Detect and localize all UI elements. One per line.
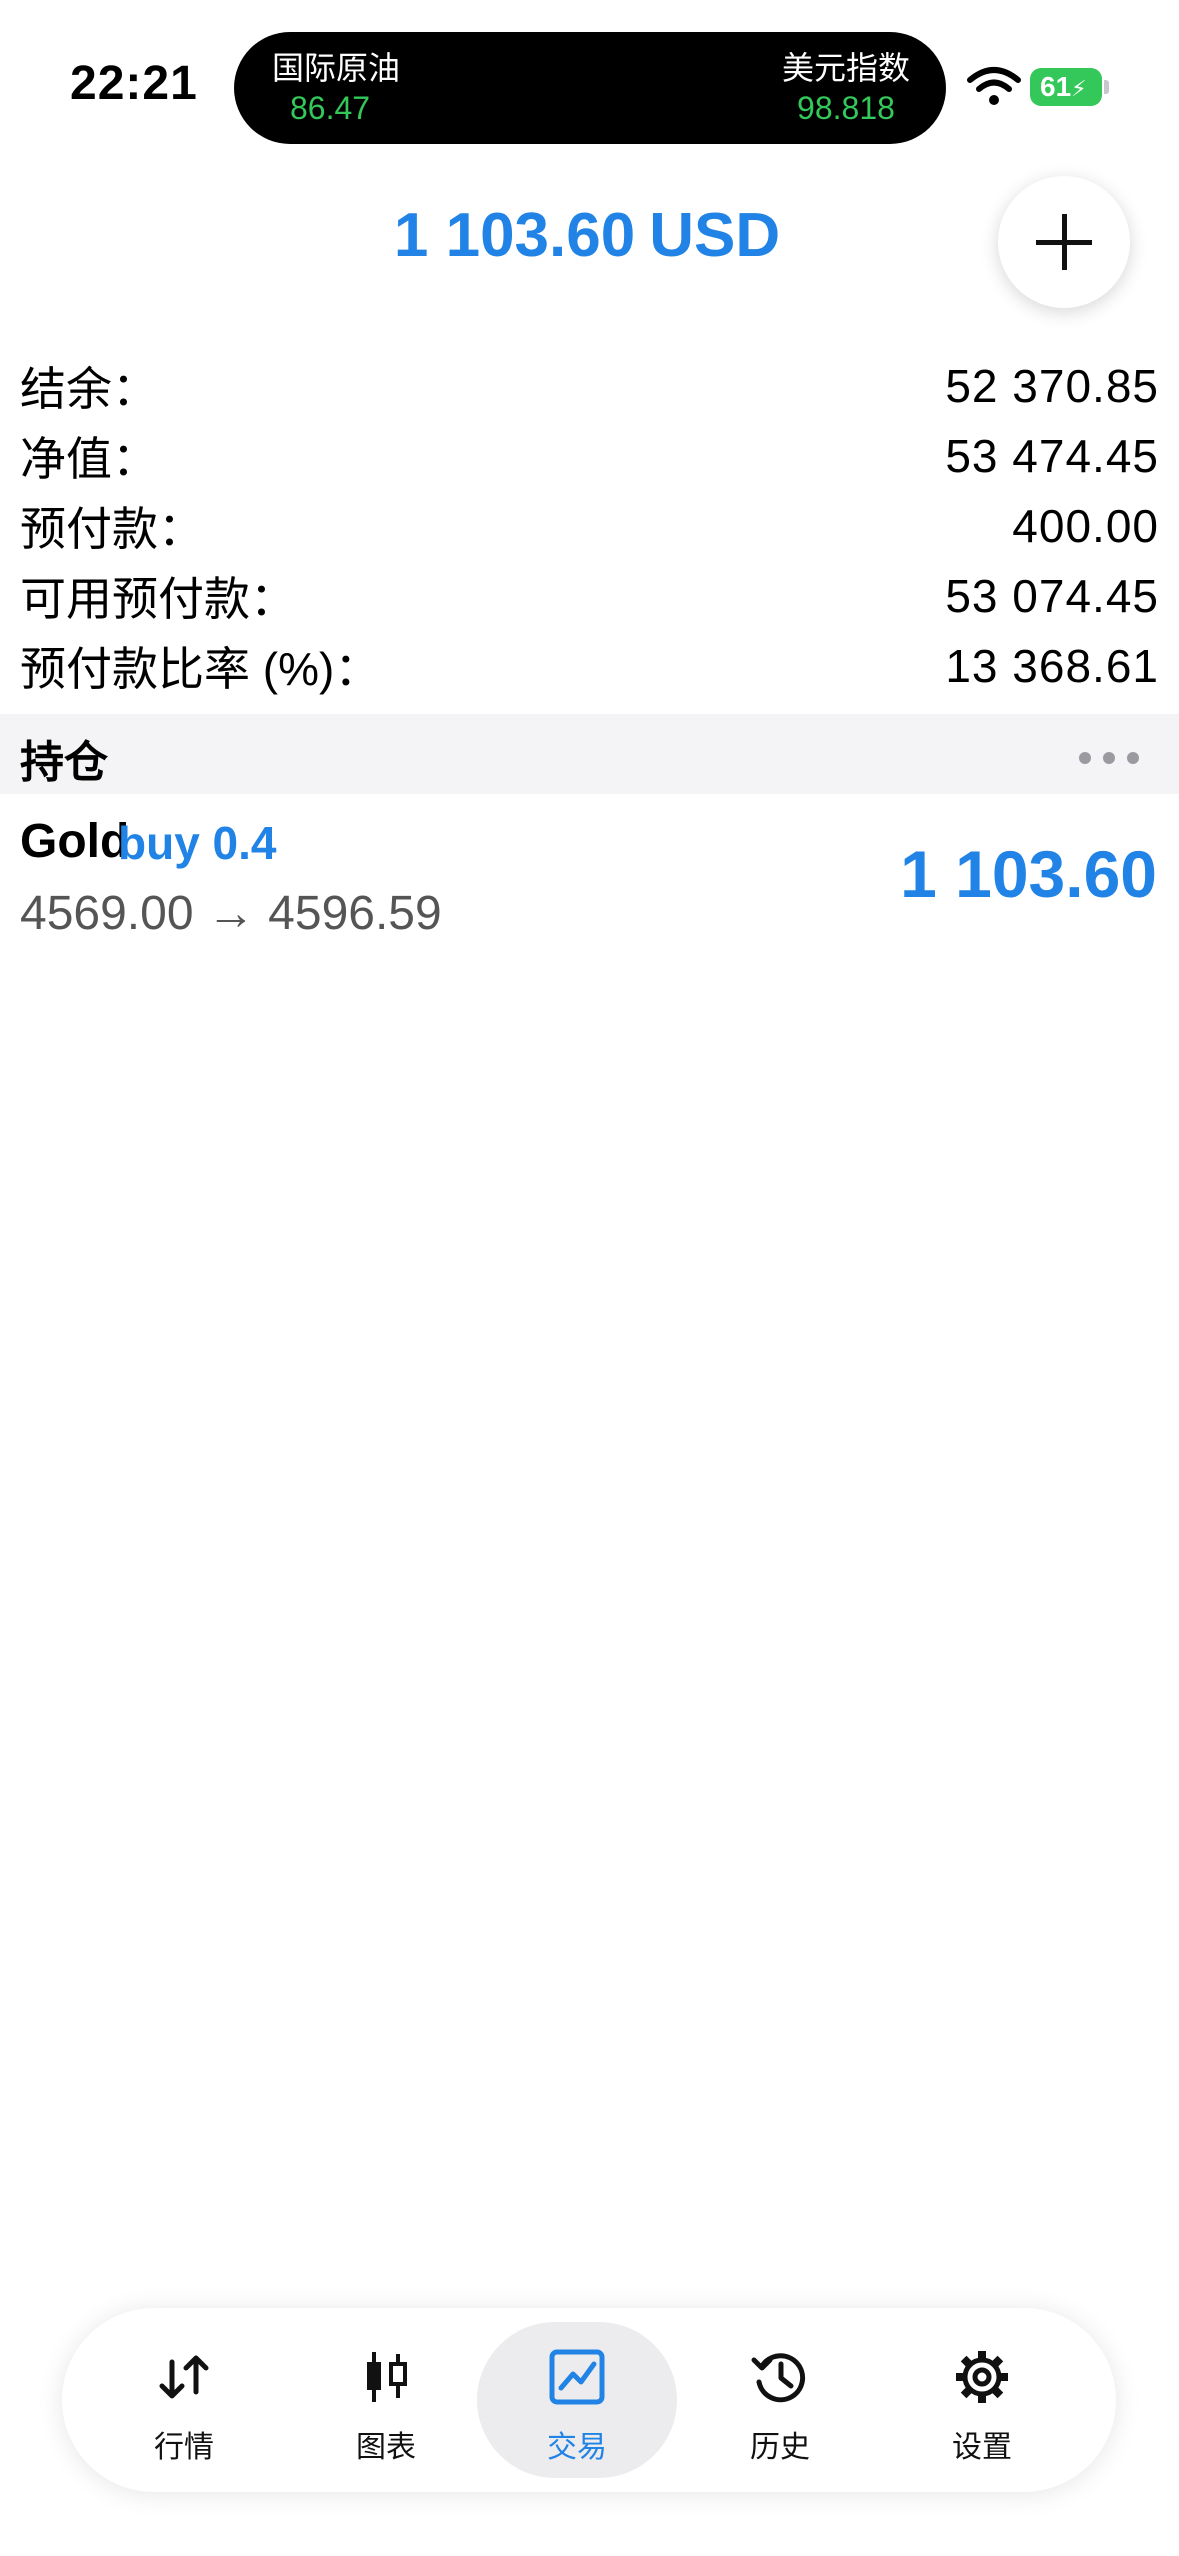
quotes-arrows-icon: [159, 2355, 209, 2399]
account-value: 53 074.45: [945, 570, 1159, 622]
tab-label: 历史: [750, 2431, 810, 2464]
tab-chart[interactable]: 图表: [286, 2322, 486, 2478]
battery-level: 61: [1040, 71, 1072, 102]
ticker-name: 美元指数: [781, 50, 910, 86]
battery-tip: [1104, 80, 1109, 94]
account-label: 可用预付款：: [20, 573, 296, 625]
account-row-free-margin: 可用预付款： 53 074.45: [20, 566, 1159, 626]
charging-bolt-icon: ⚡: [1071, 76, 1087, 101]
account-label: 净值：: [20, 433, 158, 485]
candlestick-chart-icon: [367, 2352, 407, 2402]
total-profit-currency: USD: [649, 201, 781, 270]
dynamic-island-ticker[interactable]: 国际原油 86.47 美元指数 98.818: [234, 32, 946, 144]
total-profit-value: 1 103.60: [393, 201, 636, 270]
account-label: 结余：: [20, 363, 158, 415]
tab-label: 设置: [952, 2431, 1012, 2464]
account-value: 400.00: [1012, 500, 1159, 552]
position-prices: 4569.00 → 4596.59: [20, 887, 442, 940]
positions-section-header: 持仓: [0, 714, 1179, 794]
account-row-balance: 结余： 52 370.85: [20, 356, 1159, 416]
bottom-tab-bar: 行情 图表 交易 历史 设置: [62, 2308, 1116, 2492]
position-side-volume: buy 0.4: [118, 817, 277, 869]
status-time: 22:21: [70, 57, 198, 110]
account-row-margin-level: 预付款比率 (%)： 13 368.61: [20, 636, 1159, 696]
account-value: 52 370.85: [945, 360, 1159, 412]
account-row-equity: 净值： 53 474.45: [20, 426, 1159, 486]
account-value: 53 474.45: [945, 430, 1159, 482]
tab-quotes[interactable]: 行情: [84, 2322, 284, 2478]
account-row-margin: 预付款： 400.00: [20, 496, 1159, 556]
tab-history[interactable]: 历史: [680, 2322, 880, 2478]
tab-label: 图表: [356, 2431, 416, 2464]
battery-icon: 61⚡: [1030, 68, 1102, 106]
account-value: 13 368.61: [945, 640, 1159, 692]
position-profit: 1 103.60: [900, 837, 1157, 911]
gear-icon: [956, 2351, 1008, 2403]
new-order-button[interactable]: [998, 176, 1130, 308]
history-clock-icon: [751, 2353, 806, 2403]
wifi-icon: [967, 67, 1021, 105]
tab-settings[interactable]: 设置: [882, 2322, 1082, 2478]
ticker-crude-oil: 国际原油 86.47: [272, 48, 400, 128]
positions-title: 持仓: [20, 738, 108, 787]
tab-trade[interactable]: 交易: [477, 2322, 677, 2478]
tab-label: 行情: [154, 2431, 214, 2464]
position-row[interactable]: Gold buy 0.4 4569.00 → 4596.59 1 103.60: [0, 800, 1179, 950]
ticker-name: 国际原油: [272, 50, 401, 86]
trade-line-chart-icon: [549, 2349, 605, 2405]
ticker-value: 86.47: [290, 90, 371, 126]
ticker-dollar-index: 美元指数 98.818: [782, 48, 910, 128]
more-dots-icon[interactable]: [1079, 752, 1139, 764]
tab-label: 交易: [547, 2431, 607, 2464]
ticker-value: 98.818: [797, 90, 895, 126]
account-label: 预付款：: [20, 503, 204, 555]
position-symbol: Gold: [20, 815, 130, 868]
account-label: 预付款比率 (%)：: [20, 643, 381, 695]
